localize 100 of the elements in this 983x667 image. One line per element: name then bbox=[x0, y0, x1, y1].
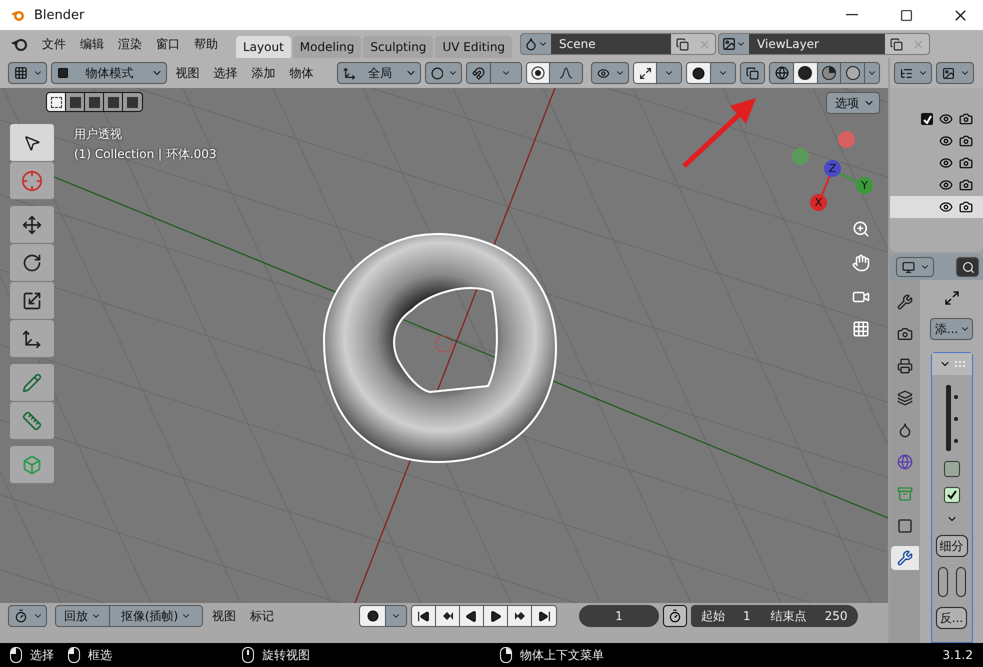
menu-item[interactable]: 帮助 bbox=[188, 30, 224, 58]
play-button[interactable] bbox=[484, 606, 508, 626]
tool-button[interactable] bbox=[10, 282, 54, 320]
end-frame-field[interactable]: 结束点 250 bbox=[760, 605, 858, 627]
toggle-pill[interactable] bbox=[938, 567, 948, 597]
display-mode-dropdown[interactable] bbox=[894, 62, 932, 84]
editor-type-dropdown[interactable] bbox=[8, 605, 47, 627]
filter-dropdown[interactable] bbox=[936, 62, 974, 84]
exclude-checkbox[interactable] bbox=[921, 113, 933, 125]
play-icon bbox=[489, 610, 502, 622]
hand-icon[interactable] bbox=[852, 254, 870, 272]
menu-item[interactable]: 渲染 bbox=[112, 30, 148, 58]
start-frame-field[interactable]: 起始 1 bbox=[691, 605, 761, 627]
jump-end-button[interactable] bbox=[532, 606, 556, 626]
tool-button[interactable] bbox=[10, 244, 54, 282]
blender-logo-icon bbox=[10, 8, 26, 22]
duplicate-button[interactable] bbox=[885, 34, 908, 54]
menu-item[interactable]: 编辑 bbox=[74, 30, 110, 58]
header-menu[interactable]: 添加 bbox=[246, 64, 281, 82]
xray-toggle[interactable] bbox=[740, 63, 764, 83]
menu-item[interactable]: 窗口 bbox=[150, 30, 186, 58]
hint-label: 框选 bbox=[88, 646, 112, 664]
header-menu[interactable]: 选择 bbox=[208, 64, 243, 82]
shading-mode-button[interactable] bbox=[794, 63, 818, 83]
printer-icon bbox=[897, 358, 913, 374]
gizmo-toggle[interactable] bbox=[634, 63, 658, 83]
stopwatch-icon bbox=[668, 609, 682, 623]
object-icon bbox=[897, 518, 913, 534]
duplicate-button[interactable] bbox=[671, 34, 694, 54]
scene-type-dropdown[interactable] bbox=[521, 34, 552, 54]
editor-type-dropdown[interactable] bbox=[896, 257, 934, 277]
workspace-tab[interactable]: Layout bbox=[236, 36, 291, 58]
snap-toggle[interactable] bbox=[467, 63, 491, 83]
outliner-row[interactable] bbox=[890, 196, 983, 218]
grid-icon[interactable] bbox=[852, 320, 870, 338]
workspace-tab[interactable]: UV Editing bbox=[435, 36, 512, 58]
current-frame-field[interactable]: 1 bbox=[579, 605, 659, 627]
view-name-label: 用户透视 bbox=[74, 126, 122, 143]
eye-icon bbox=[939, 112, 953, 126]
stopwatch-button[interactable] bbox=[663, 605, 687, 627]
check-icon bbox=[922, 114, 932, 124]
menu-item[interactable]: 文件 bbox=[36, 30, 72, 58]
workspace-tab[interactable]: Sculpting bbox=[363, 36, 434, 58]
add-modifier-dropdown[interactable]: 添... bbox=[930, 318, 974, 340]
falloff-dropdown[interactable] bbox=[550, 63, 582, 83]
shading-mode-button[interactable] bbox=[841, 63, 866, 83]
select-mode-button[interactable] bbox=[47, 93, 66, 111]
pivot-icon bbox=[430, 66, 444, 80]
play-reverse-button[interactable] bbox=[460, 606, 484, 626]
search-button[interactable] bbox=[956, 257, 979, 277]
header-menu[interactable]: 标记 bbox=[245, 605, 279, 627]
scale-icon bbox=[22, 290, 42, 310]
header-menu[interactable]: 视图 bbox=[170, 64, 205, 82]
axis-label[interactable]: X bbox=[810, 194, 827, 211]
eye-icon bbox=[939, 178, 953, 192]
shading-mode-button[interactable] bbox=[818, 63, 842, 83]
overlay-icon bbox=[692, 66, 705, 80]
window-title: Blender bbox=[34, 8, 86, 22]
options-dropdown[interactable]: 选项 bbox=[826, 92, 880, 114]
tool-button[interactable] bbox=[10, 320, 54, 358]
tool-button[interactable] bbox=[10, 206, 54, 244]
view-layer-type-dropdown[interactable] bbox=[719, 34, 750, 54]
pencil-icon bbox=[22, 372, 42, 392]
header-menu[interactable]: 视图 bbox=[207, 605, 241, 627]
editor-type-dropdown[interactable] bbox=[8, 62, 47, 84]
gizmo-icon bbox=[638, 66, 652, 80]
pivot-dropdown[interactable] bbox=[424, 62, 462, 84]
workspace-tab[interactable]: Modeling bbox=[292, 36, 362, 58]
orientation-dropdown[interactable]: 全局 bbox=[336, 62, 421, 84]
visibility-dropdown[interactable] bbox=[590, 62, 629, 84]
grip-icon[interactable] bbox=[954, 361, 964, 367]
clock-icon bbox=[14, 609, 28, 623]
close-icon bbox=[912, 38, 925, 50]
header-menu[interactable]: 物体 bbox=[284, 64, 319, 82]
apply-button[interactable]: 反... bbox=[936, 607, 968, 629]
image-icon bbox=[722, 37, 736, 51]
properties-tab[interactable] bbox=[891, 546, 919, 570]
axis-label[interactable]: Y bbox=[856, 177, 873, 194]
toggle-pill[interactable] bbox=[956, 567, 966, 597]
zoom-icon[interactable] bbox=[852, 220, 870, 238]
select-mode-button[interactable] bbox=[104, 93, 123, 111]
checkbox[interactable] bbox=[944, 487, 960, 503]
keying-dropdown[interactable]: 抠像(插帧) bbox=[110, 606, 202, 626]
subdivide-button[interactable]: 细分 bbox=[936, 535, 968, 557]
camera-icon bbox=[959, 200, 973, 214]
tool-button[interactable] bbox=[10, 124, 54, 162]
jump-start-button[interactable] bbox=[412, 606, 436, 626]
proportional-toggle[interactable] bbox=[526, 63, 550, 83]
mode-dropdown[interactable]: 物体模式 bbox=[50, 62, 167, 84]
overlay-toggle[interactable] bbox=[687, 63, 711, 83]
camera-icon bbox=[959, 112, 973, 126]
record-button[interactable] bbox=[360, 606, 386, 626]
eye-icon bbox=[939, 200, 953, 214]
shading-mode-button[interactable] bbox=[770, 63, 794, 83]
checkbox[interactable] bbox=[944, 461, 960, 477]
next-keyframe-button[interactable] bbox=[508, 606, 532, 626]
select-mode-button[interactable] bbox=[85, 93, 104, 111]
select-mode-button[interactable] bbox=[66, 93, 85, 111]
prev-keyframe-button[interactable] bbox=[436, 606, 460, 626]
playback-dropdown[interactable]: 回放 bbox=[56, 606, 110, 626]
